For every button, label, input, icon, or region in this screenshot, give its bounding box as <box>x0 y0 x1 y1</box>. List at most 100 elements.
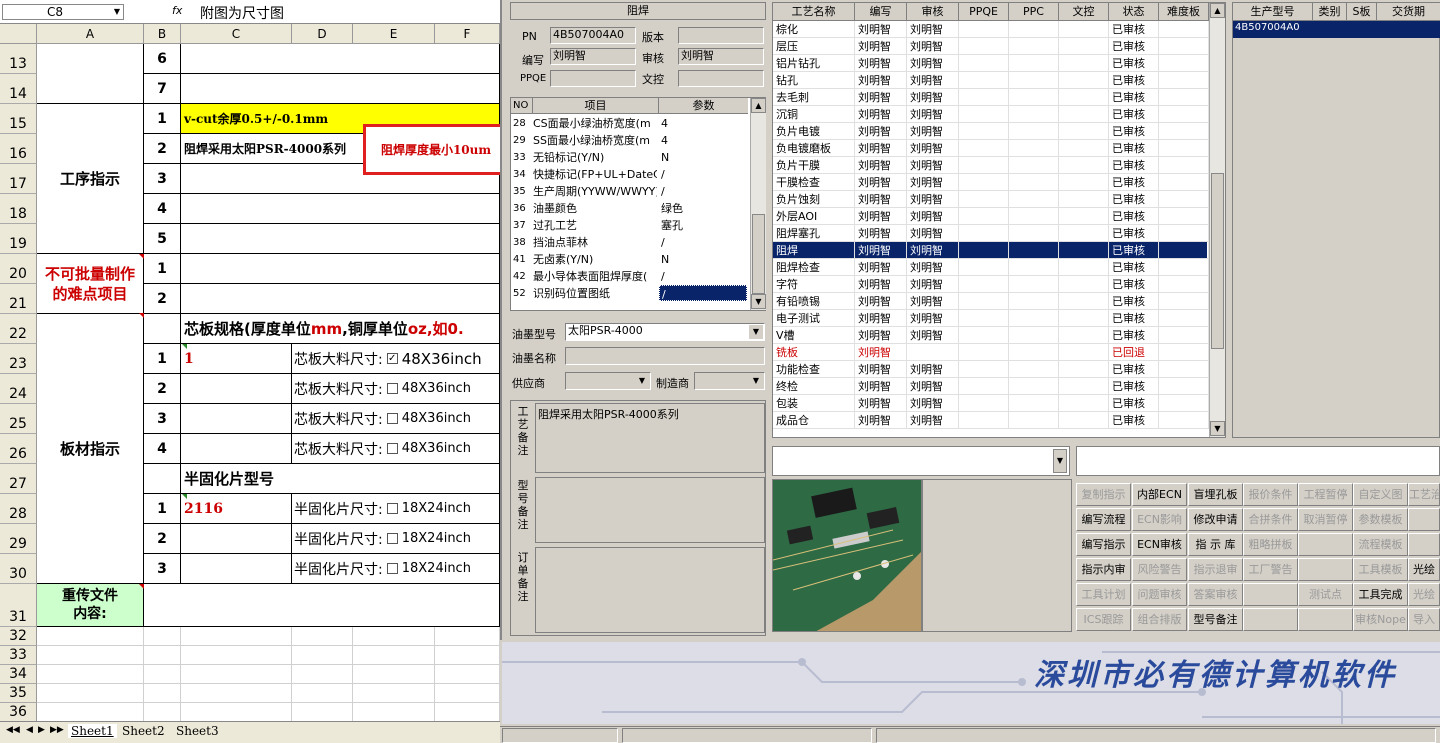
step-number-cell[interactable]: 3 <box>144 404 181 434</box>
process-row[interactable]: 终检 刘明智 刘明智 已审核 <box>773 378 1209 395</box>
process-row[interactable]: 外层AOI 刘明智 刘明智 已审核 <box>773 208 1209 225</box>
process-row[interactable]: 负电镀磨板 刘明智 刘明智 已审核 <box>773 140 1209 157</box>
step-number-cell[interactable]: 2 <box>144 524 181 554</box>
function-button[interactable]: 工具完成 <box>1353 583 1408 606</box>
maker-select[interactable]: ▼ <box>694 372 765 390</box>
step-number-cell[interactable]: 1 <box>144 104 181 134</box>
process-row[interactable]: 字符 刘明智 刘明智 已审核 <box>773 276 1209 293</box>
function-button[interactable]: 盲埋孔板 <box>1188 483 1243 506</box>
function-button[interactable]: 指示退审 <box>1188 558 1243 581</box>
function-button[interactable] <box>1298 533 1353 556</box>
empty-cell[interactable] <box>353 627 435 646</box>
step-number-cell[interactable]: 3 <box>144 554 181 584</box>
function-button[interactable]: 工厂警告 <box>1243 558 1298 581</box>
row-header[interactable]: 29 <box>0 524 37 554</box>
select-all-corner[interactable] <box>0 24 37 44</box>
row-header[interactable]: 36 <box>0 703 37 722</box>
function-button[interactable]: 粗略拼板 <box>1243 533 1298 556</box>
writer-field[interactable]: 刘明智 <box>550 48 636 65</box>
prepreg-size-cell[interactable]: 半固化片尺寸: 18X24inch <box>292 494 500 524</box>
step-number-cell[interactable]: 6 <box>144 44 181 74</box>
search-field[interactable] <box>1076 446 1440 476</box>
row-header[interactable]: 24 <box>0 374 37 404</box>
core-size-cell[interactable]: 芯板大料尺寸: 48X36inch <box>292 434 500 464</box>
empty-cell[interactable] <box>37 665 144 684</box>
column-header-e[interactable]: E <box>353 24 435 44</box>
row-header[interactable]: 13 <box>0 44 37 74</box>
order-header-cell[interactable]: 交货期 <box>1377 3 1440 21</box>
reviewer-field[interactable]: 刘明智 <box>678 48 764 65</box>
core-count-cell[interactable]: 1 <box>181 344 292 374</box>
ink-model-select[interactable]: 太阳PSR-4000 ▼ <box>565 323 765 341</box>
prepreg-model-cell[interactable] <box>181 524 292 554</box>
function-button[interactable]: 导入 <box>1408 608 1440 631</box>
row-header[interactable]: 14 <box>0 74 37 104</box>
step-number-cell[interactable]: 7 <box>144 74 181 104</box>
empty-cell[interactable] <box>144 646 181 665</box>
param-row[interactable]: 35 生产周期(YYWW/WWYY) / <box>511 183 749 200</box>
empty-cell[interactable] <box>353 646 435 665</box>
empty-cell[interactable] <box>353 703 435 722</box>
function-button[interactable]: 参数模板 <box>1353 508 1408 531</box>
empty-cell[interactable] <box>435 646 500 665</box>
ink-name-field[interactable] <box>565 347 765 365</box>
row-header[interactable]: 31 <box>0 584 37 627</box>
process-header-cell[interactable]: PPQE <box>959 3 1009 21</box>
process-row[interactable]: 包装 刘明智 刘明智 已审核 <box>773 395 1209 412</box>
process-header-cell[interactable]: 难度板 <box>1159 3 1209 21</box>
difficult-items-label[interactable]: 不可批量制作的难点项目 <box>37 254 144 314</box>
prepreg-size-cell[interactable]: 半固化片尺寸: 18X24inch <box>292 524 500 554</box>
cell-c13[interactable] <box>181 44 500 74</box>
row-header[interactable]: 27 <box>0 464 37 494</box>
process-note-field[interactable]: 阻焊采用太阳PSR-4000系列 <box>535 403 765 473</box>
step-number-cell[interactable] <box>144 464 181 494</box>
function-button[interactable]: 流程模板 <box>1353 533 1408 556</box>
instruction-cell[interactable] <box>181 284 500 314</box>
supplier-select[interactable]: ▼ <box>565 372 651 390</box>
param-value[interactable]: / <box>659 234 747 250</box>
row-header[interactable]: 21 <box>0 284 37 314</box>
step-number-cell[interactable]: 4 <box>144 434 181 464</box>
process-header-cell[interactable]: 编写 <box>855 3 907 21</box>
sheet-tab-1[interactable]: Sheet1 <box>68 724 117 738</box>
step-number-cell[interactable]: 5 <box>144 224 181 254</box>
function-button[interactable]: 编写流程 <box>1076 508 1131 531</box>
function-button[interactable] <box>1298 558 1353 581</box>
scroll-down-icon[interactable]: ▼ <box>1210 421 1225 436</box>
param-row[interactable]: 41 无卤素(Y/N) N <box>511 251 749 268</box>
param-row[interactable]: 29 SS面最小绿油桥宽度(m 4 <box>511 132 749 149</box>
row-header[interactable]: 23 <box>0 344 37 374</box>
filter-combo[interactable]: ▼ <box>772 446 1070 476</box>
empty-cell[interactable] <box>292 627 353 646</box>
function-button[interactable] <box>1243 608 1298 631</box>
process-row[interactable]: 干膜检查 刘明智 刘明智 已审核 <box>773 174 1209 191</box>
step-number-cell[interactable] <box>144 314 181 344</box>
empty-cell[interactable] <box>181 703 292 722</box>
process-row[interactable]: 铝片钻孔 刘明智 刘明智 已审核 <box>773 55 1209 72</box>
scroll-down-icon[interactable]: ▼ <box>751 294 766 309</box>
process-header-cell[interactable]: 状态 <box>1109 3 1159 21</box>
core-spec-header-cell[interactable]: 芯板规格(厚度单位 mm ,铜厚单位 oz,如0. <box>181 314 500 344</box>
empty-cell[interactable] <box>37 646 144 665</box>
function-button[interactable]: ECN影响 <box>1132 508 1187 531</box>
process-header-cell[interactable]: 工艺名称 <box>773 3 855 21</box>
sheet-nav-next-icon[interactable]: ▶ <box>38 725 45 735</box>
row-header[interactable]: 25 <box>0 404 37 434</box>
process-header-cell[interactable]: 文控 <box>1059 3 1109 21</box>
process-instruction-label[interactable]: 工序指示 <box>37 104 144 254</box>
function-button[interactable]: 内部ECN <box>1132 483 1187 506</box>
sheet-nav-last-icon[interactable]: ▶▶ <box>50 725 64 735</box>
function-button[interactable] <box>1243 583 1298 606</box>
name-box-dropdown-icon[interactable]: ▼ <box>114 5 120 19</box>
process-row[interactable]: 铣板 刘明智 已回退 <box>773 344 1209 361</box>
step-number-cell[interactable]: 2 <box>144 374 181 404</box>
checkbox-icon[interactable] <box>386 443 398 454</box>
row-header[interactable]: 33 <box>0 646 37 665</box>
process-scrollbar[interactable]: ▲ ▼ <box>1209 3 1225 437</box>
param-row[interactable]: 42 最小导体表面阻焊厚度(/ <box>511 268 749 285</box>
function-button[interactable]: 自定义图 <box>1353 483 1408 506</box>
param-value[interactable]: / <box>659 166 747 182</box>
function-button[interactable]: ICS跟踪 <box>1076 608 1131 631</box>
process-row[interactable]: 层压 刘明智 刘明智 已审核 <box>773 38 1209 55</box>
checkbox-icon[interactable] <box>386 413 398 424</box>
